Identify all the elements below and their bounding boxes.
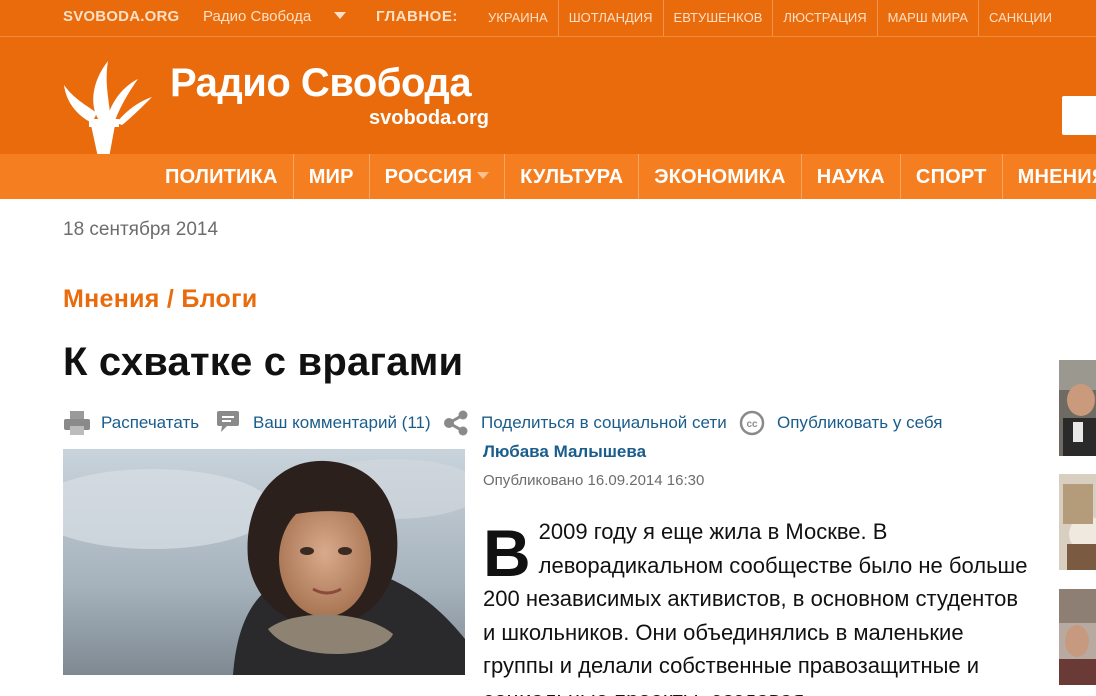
printer-icon	[64, 411, 90, 435]
nav-item-label: НАУКА	[816, 166, 885, 188]
nav-item-label: КУЛЬТУРА	[520, 166, 624, 188]
top-link-sanctions[interactable]: САНКЦИИ	[979, 0, 1062, 36]
author-photo	[63, 449, 465, 675]
top-bar: SVOBODA.ORG Радио Свобода ГЛАВНОЕ: УКРАИ…	[0, 0, 1096, 37]
top-link-lustration[interactable]: ЛЮСТРАЦИЯ	[773, 0, 878, 36]
nav-item-sport[interactable]: СПОРТ	[901, 154, 1003, 199]
svg-text:cc: cc	[746, 419, 758, 430]
author-name[interactable]: Любава Малышева	[483, 442, 646, 462]
comment-icon	[217, 411, 239, 432]
nav-item-economy[interactable]: ЭКОНОМИКА	[639, 154, 802, 199]
search-input[interactable]	[1062, 96, 1096, 135]
nav-item-label: МИР	[308, 166, 354, 188]
masthead: Радио Свобода svoboda.org	[0, 37, 1096, 185]
top-link-scotland[interactable]: ШОТЛАНДИЯ	[559, 0, 664, 36]
published-date: Опубликовано 16.09.2014 16:30	[483, 472, 705, 489]
nav-item-opinions[interactable]: МНЕНИЯ	[1003, 154, 1096, 199]
nav-item-science[interactable]: НАУКА	[802, 154, 901, 199]
article-body: В 2009 году я еще жила в Москве. В левор…	[483, 515, 1028, 696]
top-stories-label: ГЛАВНОЕ:	[376, 8, 458, 25]
top-link-ukraine[interactable]: УКРАИНА	[478, 0, 559, 36]
site-title[interactable]: Радио Свобода	[170, 61, 472, 106]
nav-item-label: РОССИЯ	[384, 166, 473, 188]
nav-item-world[interactable]: МИР	[294, 154, 370, 199]
publish-label: Опубликовать у себя	[777, 413, 943, 432]
nav-item-label: ПОЛИТИКА	[165, 166, 278, 188]
share-label: Поделиться в социальной сети	[481, 413, 727, 432]
creative-commons-icon: cc	[739, 410, 765, 436]
top-link-peace-march[interactable]: МАРШ МИРА	[878, 0, 979, 36]
nav-item-politics[interactable]: ПОЛИТИКА	[150, 154, 294, 199]
nav-item-label: ЭКОНОМИКА	[654, 166, 786, 188]
top-stories-links: УКРАИНА ШОТЛАНДИЯ ЕВТУШЕНКОВ ЛЮСТРАЦИЯ М…	[478, 0, 1062, 36]
comment-label: Ваш комментарий (11)	[253, 413, 431, 432]
related-thumbnail[interactable]	[1059, 589, 1096, 685]
article-text: 2009 году я еще жила в Москве. В леворад…	[483, 519, 1028, 696]
related-thumbnail[interactable]	[1059, 474, 1096, 570]
related-thumbnail[interactable]	[1059, 360, 1096, 456]
page-date: 18 сентября 2014	[63, 219, 219, 240]
drop-cap: В	[483, 516, 531, 590]
site-link[interactable]: SVOBODA.ORG	[63, 8, 179, 25]
language-selector[interactable]: Радио Свобода	[203, 8, 311, 25]
article-headline: К схватке с врагами	[63, 340, 464, 384]
section-breadcrumb[interactable]: Мнения / Блоги	[63, 285, 258, 314]
nav-item-label: СПОРТ	[915, 166, 987, 188]
nav-item-culture[interactable]: КУЛЬТУРА	[505, 154, 640, 199]
share-icon	[444, 410, 468, 436]
top-link-evtushenkov[interactable]: ЕВТУШЕНКОВ	[664, 0, 774, 36]
chevron-down-icon[interactable]	[334, 12, 346, 19]
main-nav: ПОЛИТИКА МИР РОССИЯ КУЛЬТУРА ЭКОНОМИКА Н…	[0, 154, 1096, 199]
site-subtitle[interactable]: svoboda.org	[369, 107, 489, 130]
print-label: Распечатать	[101, 413, 200, 432]
chevron-down-icon	[477, 172, 490, 180]
nav-item-russia[interactable]: РОССИЯ	[370, 154, 506, 199]
nav-item-label: МНЕНИЯ	[1017, 166, 1096, 188]
